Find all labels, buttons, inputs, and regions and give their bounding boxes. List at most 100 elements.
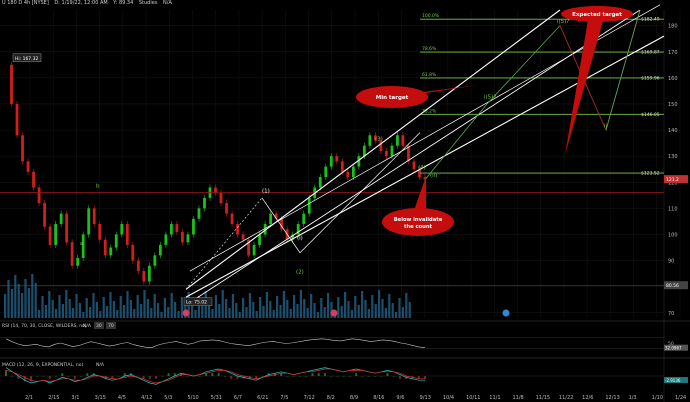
price-candle xyxy=(15,103,19,136)
fib-price-label: $146.05 xyxy=(641,112,660,118)
price-candle xyxy=(340,161,344,172)
volume-bar xyxy=(344,292,347,318)
volume-bar xyxy=(303,299,306,318)
volume-bar xyxy=(109,292,112,318)
volume-bar xyxy=(327,293,330,318)
chart-window: U 180 D 4h [NYSE] D: 1/19/22, 12:00 AM Y… xyxy=(0,0,690,402)
price-candle xyxy=(26,161,30,172)
x-tick-label: 11/8 xyxy=(513,395,524,401)
high-label: Hi: 167.32 xyxy=(15,56,38,62)
macd-histogram-bar xyxy=(42,376,45,377)
y-tick-label: 110 xyxy=(668,206,678,212)
volume-bar xyxy=(245,307,248,318)
price-candle xyxy=(396,135,399,146)
volume-bar xyxy=(85,298,88,318)
price-candle xyxy=(335,156,339,162)
macd-histogram-bar xyxy=(117,376,120,377)
x-tick-label: 5/3 xyxy=(164,395,172,401)
volume-bar xyxy=(337,297,340,318)
chart-svg[interactable]: 7080901001101201301401501601701802/12/15… xyxy=(0,0,690,402)
volume-bar xyxy=(38,310,41,318)
y-tick-label: 70 xyxy=(668,311,674,317)
volume-bar xyxy=(126,291,129,318)
callout-pointer xyxy=(565,14,605,155)
macd-histogram-bar xyxy=(323,373,326,376)
volume-bar xyxy=(252,302,255,318)
macd-histogram-bar xyxy=(30,376,33,382)
wave-label: ii xyxy=(604,123,608,129)
wave-label: b xyxy=(96,183,100,189)
macd-histogram-bar xyxy=(11,376,14,377)
price-candle xyxy=(192,218,195,235)
volume-bar xyxy=(225,299,228,318)
wave-label: i(5)? xyxy=(557,19,569,25)
price-candle xyxy=(10,64,13,104)
volume-bar xyxy=(286,300,289,318)
event-marker xyxy=(502,309,510,317)
x-tick-label: 1/10 xyxy=(652,395,663,401)
macd-histogram-bar xyxy=(5,370,7,376)
price-candle xyxy=(307,197,311,214)
wave-dashed-line xyxy=(185,197,263,290)
volume-bar xyxy=(160,312,163,318)
wave-label: a xyxy=(80,241,83,247)
projection-path xyxy=(605,9,641,131)
price-candle xyxy=(318,177,322,188)
x-tick-label: 4/12 xyxy=(141,395,152,401)
price-candle xyxy=(186,234,190,243)
volume-bar xyxy=(163,298,166,318)
price-candle xyxy=(87,208,91,235)
volume-bar xyxy=(34,283,37,318)
volume-bar xyxy=(316,312,319,318)
x-tick-label: 6/7 xyxy=(234,395,242,401)
volume-bar xyxy=(95,302,98,318)
callout-text: Min target xyxy=(376,95,409,101)
volume-bar xyxy=(384,308,387,318)
price-candle xyxy=(76,257,80,266)
volume-bar xyxy=(75,294,78,318)
volume-bar xyxy=(347,301,350,318)
x-tick-label: 8/9 xyxy=(350,395,358,401)
macd-histogram-bar xyxy=(336,376,339,377)
volume-bar xyxy=(306,308,309,318)
price-candle xyxy=(324,166,328,178)
price-candle xyxy=(48,226,52,245)
macd-histogram-bar xyxy=(330,376,333,377)
macd-histogram-bar xyxy=(348,376,351,377)
volume-bar xyxy=(150,308,153,318)
volume-bar xyxy=(299,290,302,318)
event-marker xyxy=(330,309,338,317)
rsi-line xyxy=(5,338,426,349)
fib-level-label: 100.0% xyxy=(422,13,440,19)
macd-histogram-bar xyxy=(36,376,39,377)
price-candle xyxy=(258,234,262,245)
volume-bar xyxy=(405,293,408,318)
volume-bar xyxy=(143,290,146,318)
volume-bar xyxy=(262,306,265,318)
callout-text: the count xyxy=(404,224,433,230)
x-tick-label: 12/6 xyxy=(582,395,593,401)
x-tick-label: 8/2 xyxy=(327,395,335,401)
y-tick-label: 180 xyxy=(668,24,678,30)
volume-bar xyxy=(194,310,197,318)
macd-histogram-bar xyxy=(261,376,264,377)
macd-histogram-bar xyxy=(198,376,201,377)
volume-bar xyxy=(99,311,102,318)
price-candle xyxy=(54,224,58,245)
volume-bar xyxy=(24,279,27,318)
y-tick-label: 170 xyxy=(668,50,678,56)
volume-bar xyxy=(371,295,374,318)
price-candle xyxy=(368,135,372,146)
volume-bar xyxy=(320,298,323,318)
y-tick-label: 160 xyxy=(668,76,678,82)
last-price-label: 121.2 xyxy=(666,177,679,183)
volume-bar xyxy=(51,300,54,318)
macd-histogram-bar xyxy=(286,376,289,377)
x-tick-label: 10/11 xyxy=(466,395,480,401)
price-candle xyxy=(70,242,74,266)
volume-bar xyxy=(78,303,81,318)
volume-bar xyxy=(157,303,160,318)
x-tick-label: 1/3 xyxy=(629,395,637,401)
x-tick-label: 11/15 xyxy=(536,395,550,401)
volume-bar xyxy=(201,305,204,318)
